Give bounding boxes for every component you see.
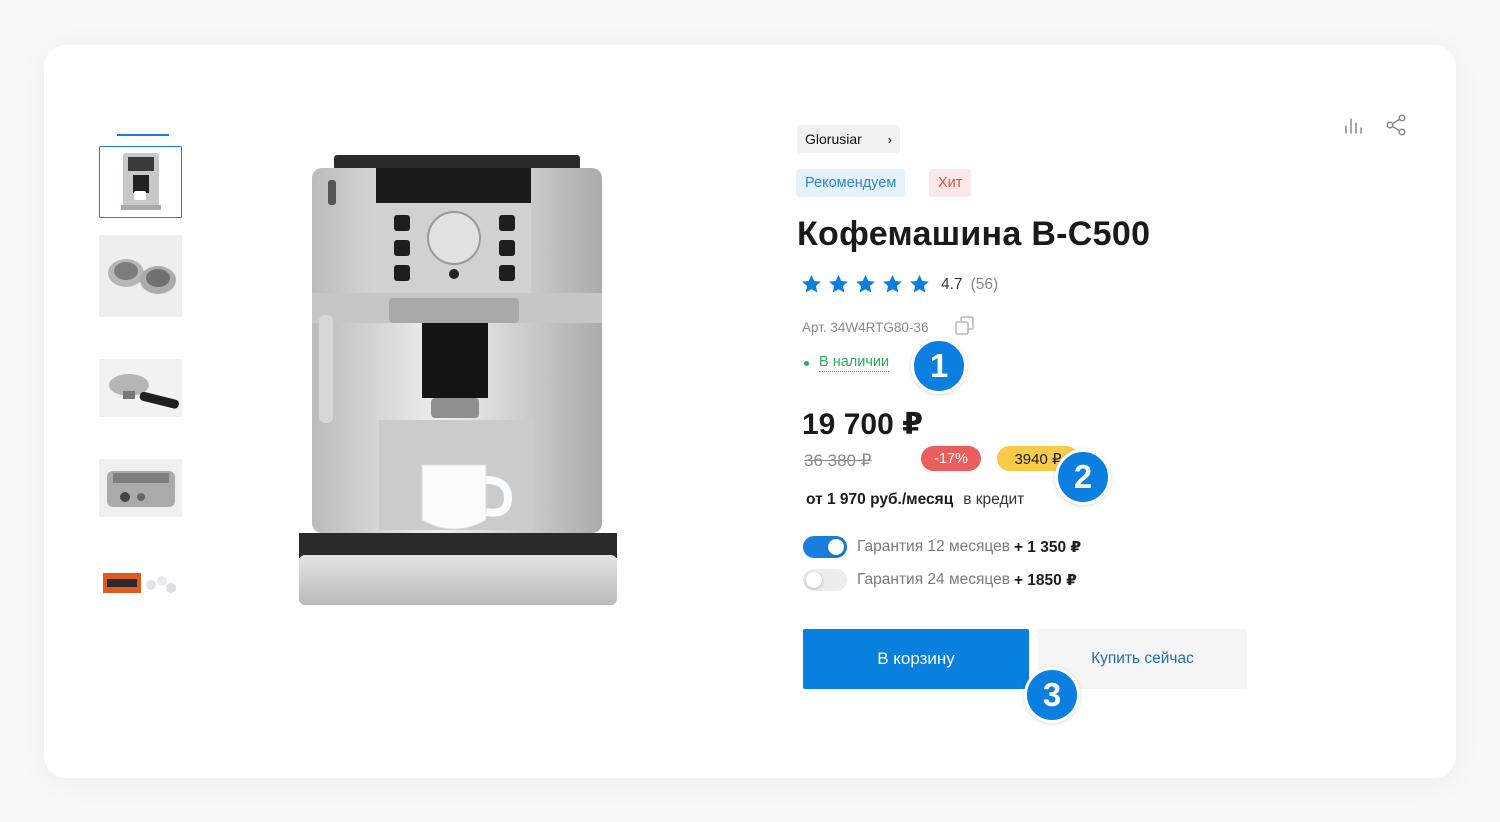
badge-recommended: Рекомендуем [796,169,906,197]
callout-2: 2 [1055,449,1111,505]
warranty-12-toggle[interactable] [803,536,847,558]
thumbnail-coffee-machine[interactable] [99,146,182,218]
star-icon [910,274,929,293]
copy-icon[interactable] [954,315,976,337]
warranty-12-price: + 1 350 ₽ [1013,538,1082,556]
warranty-24[interactable]: Гарантия 24 месяцев + 1850 ₽ [803,569,1077,591]
discount-badge: -17% [921,446,981,471]
stock-dot [804,360,809,366]
rating[interactable]: 4.7 (56) [800,273,998,296]
brand-link[interactable]: Glorusiar › [797,125,900,153]
warranty-24-price: + 1850 ₽ [1013,571,1077,589]
old-price: 36 380 ₽ [804,451,872,470]
stock-status[interactable]: В наличии [804,354,890,372]
star-icon [802,274,821,293]
star-icon [856,274,875,293]
product-card: Glorusiar › Рекомендуем Хит Кофемашина B… [44,45,1456,778]
thumbnail-drip-tray[interactable] [99,459,182,517]
stock-label: В наличии [819,354,890,372]
credit-amount: от 1 970 руб./месяц [806,491,954,508]
thumbnail-indicator [117,134,169,136]
warranty-12[interactable]: Гарантия 12 месяцев + 1 350 ₽ [803,536,1081,558]
thumbnail-cleaning-tablets[interactable] [99,555,182,611]
warranty-12-label: Гарантия 12 месяцев [857,538,1010,555]
star-icon [883,274,902,293]
compare-icon[interactable] [1342,113,1366,137]
sku: Арт. 34W4RTG80-36 [802,320,929,335]
share-icon[interactable] [1384,113,1408,137]
product-image [299,155,617,605]
add-to-cart-button[interactable]: В корзину [803,629,1029,689]
warranty-24-toggle[interactable] [803,569,847,591]
credit-suffix: в кредит [963,491,1025,508]
rating-count[interactable]: (56) [971,276,999,294]
callout-1: 1 [911,338,967,394]
thumbnail-filter-baskets[interactable] [99,235,182,317]
star-icon [829,274,848,293]
product-title: Кофемашина B-C500 [797,215,1151,253]
chevron-right-icon: › [887,131,892,147]
thumbnail-portafilter[interactable] [99,359,182,417]
badge-hit: Хит [929,169,972,197]
brand-name: Glorusiar [805,131,862,147]
credit-offer[interactable]: от 1 970 руб./месяц в кредит [806,491,1024,509]
warranty-24-label: Гарантия 24 месяцев [857,571,1010,588]
rating-value: 4.7 [941,275,963,293]
callout-3: 3 [1024,667,1080,723]
price: 19 700 ₽ [802,408,923,441]
